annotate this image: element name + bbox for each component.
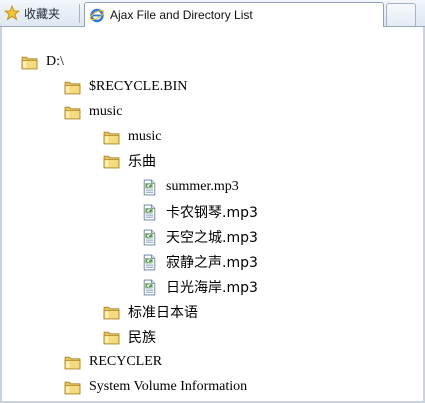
csharp-file-icon — [141, 179, 158, 196]
tree-node-music[interactable]: music — [64, 102, 122, 122]
tree-node-recycler[interactable]: RECYCLER — [64, 352, 162, 372]
folder-icon — [64, 354, 81, 371]
tree-node-label: RECYCLER — [89, 354, 163, 369]
folder-icon — [103, 329, 120, 346]
tree-node-label: 标准日本语 — [128, 305, 198, 321]
tree-file[interactable]: 寂静之声.mp3 — [141, 252, 258, 272]
tree-file[interactable]: 卡农钢琴.mp3 — [141, 202, 258, 222]
browser-tab-title: Ajax File and Directory List — [110, 8, 253, 22]
star-icon — [4, 5, 20, 21]
tree-node-label: music — [128, 129, 162, 144]
tree-file[interactable]: 日光海岸.mp3 — [141, 277, 258, 297]
window-frame-left — [0, 27, 2, 403]
tree-node-label: System Volume Information — [89, 379, 248, 394]
tree-file-label: 天空之城.mp3 — [166, 230, 258, 246]
csharp-file-icon — [141, 279, 158, 296]
tree-file-label: summer.mp3 — [166, 179, 239, 194]
folder-icon — [64, 379, 81, 396]
tree-node-label: 乐曲 — [128, 154, 156, 170]
csharp-file-icon — [141, 229, 158, 246]
favorites-label: 收藏夹 — [24, 6, 61, 21]
toolbar-separator — [79, 4, 80, 23]
folder-icon — [103, 153, 120, 170]
tree-node-yuequ[interactable]: 乐曲 — [103, 151, 156, 171]
tree-node-label: music — [89, 104, 123, 119]
browser-tab-bar: 收藏夹 Ajax File and Directory List — [0, 0, 425, 27]
browser-tab-active[interactable]: Ajax File and Directory List — [84, 2, 384, 27]
tree-file[interactable]: 天空之城.mp3 — [141, 227, 258, 247]
csharp-file-icon — [141, 204, 158, 221]
tree-node-minzu[interactable]: 民族 — [103, 327, 156, 347]
tree-node-biaozhun[interactable]: 标准日本语 — [103, 302, 198, 322]
tree-node-label: D:\ — [46, 54, 64, 69]
folder-icon — [103, 129, 120, 146]
tree-node-music-sub[interactable]: music — [103, 127, 161, 147]
folder-icon — [21, 54, 38, 71]
folder-icon — [64, 104, 81, 121]
tree-node-label: $RECYCLE.BIN — [89, 79, 188, 94]
new-tab-button[interactable] — [386, 3, 416, 26]
tree-file[interactable]: summer.mp3 — [141, 177, 239, 197]
folder-icon — [103, 304, 120, 321]
tree-file-label: 日光海岸.mp3 — [166, 280, 258, 296]
tree-node-label: 民族 — [128, 330, 156, 346]
tree-node-root[interactable]: D:\ — [21, 52, 64, 72]
folder-icon — [64, 79, 81, 96]
csharp-file-icon — [141, 254, 158, 271]
ie-icon — [89, 8, 105, 23]
tree-node-recycle-bin[interactable]: $RECYCLE.BIN — [64, 77, 187, 97]
tree-file-label: 寂静之声.mp3 — [166, 255, 258, 271]
tree-node-system-volume-information[interactable]: System Volume Information — [64, 377, 247, 397]
tree-file-label: 卡农钢琴.mp3 — [166, 205, 258, 221]
favorites-button[interactable]: 收藏夹 — [4, 3, 60, 23]
